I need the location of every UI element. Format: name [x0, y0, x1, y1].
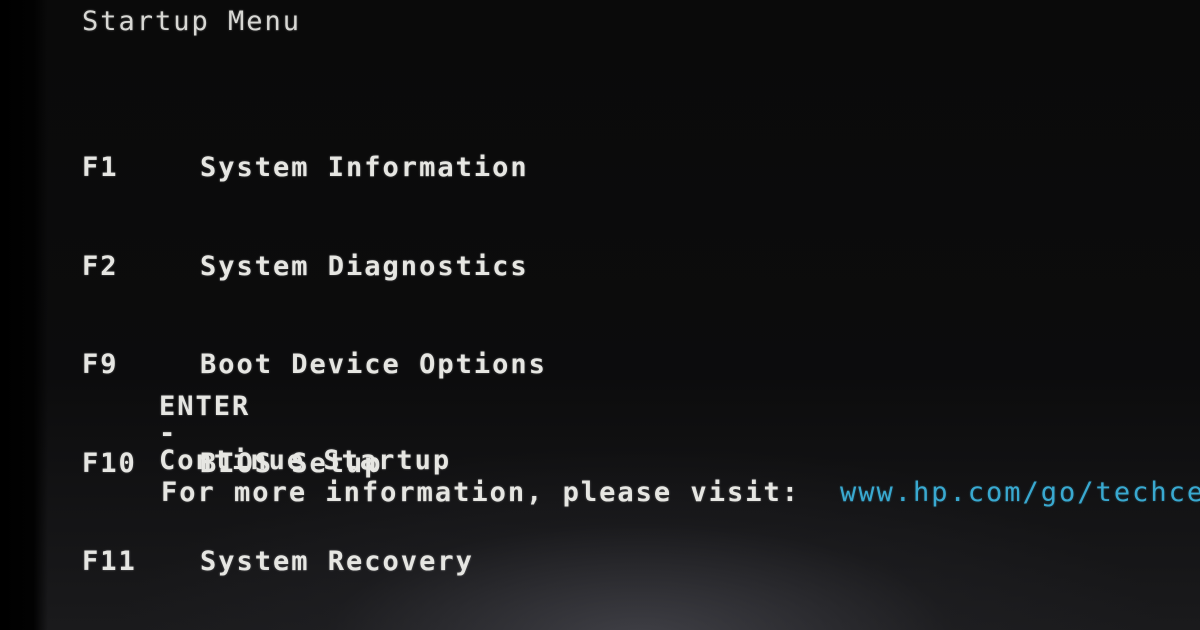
menu-label: System Information [200, 152, 529, 183]
menu-item-system-information[interactable]: F1 System Information [82, 154, 547, 199]
menu-key: F1 [82, 152, 119, 183]
screen-bezel [0, 0, 48, 630]
techcenter-link[interactable]: www.hp.com/go/techcenter [840, 477, 1200, 508]
menu-item-system-diagnostics[interactable]: F2 System Diagnostics [82, 253, 547, 298]
more-info-line: For more information, please visit: www.h… [88, 452, 1200, 533]
more-info-text: For more information, please visit: [161, 477, 800, 508]
bios-screen: Startup Menu F1 System Information F2 Sy… [0, 0, 1200, 630]
menu-item-system-recovery[interactable]: F11 System Recovery [82, 548, 547, 593]
menu-label: System Diagnostics [200, 250, 529, 282]
menu-key: F2 [82, 250, 119, 282]
menu-key: F11 [82, 546, 137, 577]
startup-menu-list: F1 System Information F2 System Diagnost… [82, 100, 547, 630]
menu-label: System Recovery [200, 546, 474, 577]
startup-menu-title: Startup Menu [82, 6, 302, 37]
